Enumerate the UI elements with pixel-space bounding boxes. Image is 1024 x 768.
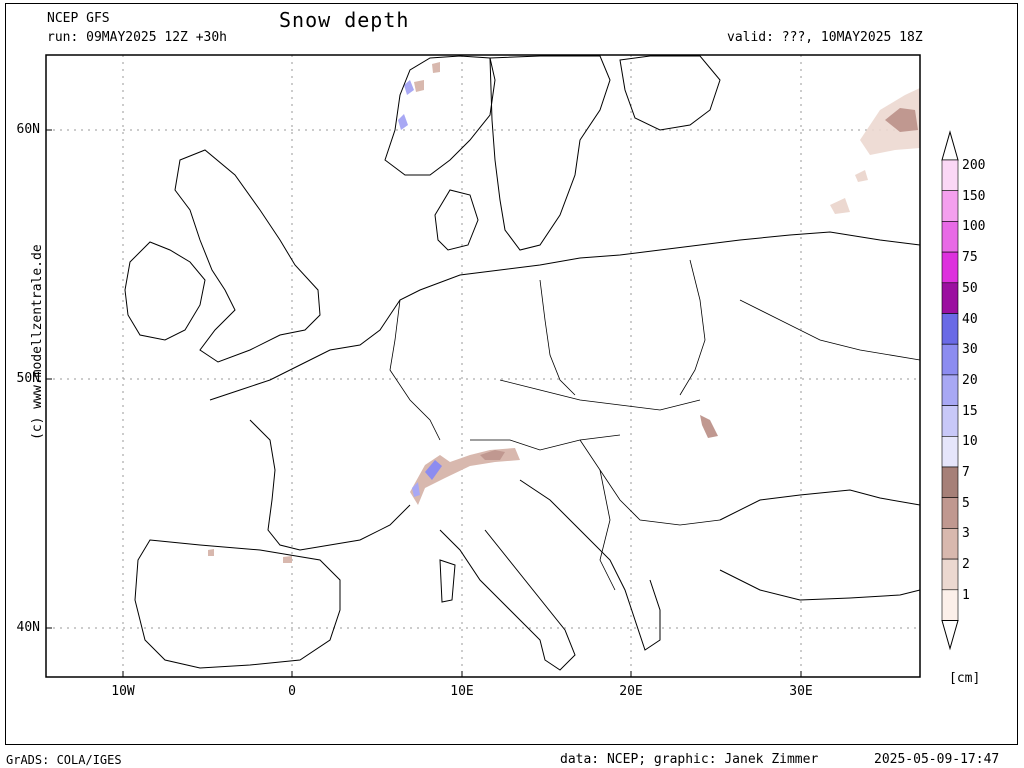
footer-software: GrADS: COLA/IGES (6, 753, 122, 767)
legend-swatch (941, 251, 959, 284)
legend-level-label: 5 (962, 495, 970, 511)
legend-swatch (941, 405, 959, 437)
legend-swatch (941, 374, 959, 406)
legend-level-label: 15 (962, 403, 978, 419)
lat-label-60n: 60N (16, 122, 40, 137)
legend-swatch (941, 221, 959, 253)
legend-swatch (941, 343, 959, 376)
legend-level-label: 40 (962, 311, 978, 327)
lon-label-0: 0 (288, 684, 296, 699)
legend-level-label: 100 (962, 219, 986, 235)
legend-arrow-bottom (941, 620, 959, 651)
legend-colorbar (941, 130, 959, 651)
legend-swatch (941, 589, 959, 621)
legend-level-label: 3 (962, 526, 970, 542)
legend-swatch (941, 558, 959, 591)
legend-level-label: 75 (962, 250, 978, 266)
legend-level-label: 30 (962, 342, 978, 358)
legend-arrow-top (941, 130, 959, 161)
legend-swatch (941, 313, 959, 345)
legend-swatch (941, 190, 959, 222)
legend-level-label: 10 (962, 434, 978, 450)
legend-level-label: 7 (962, 465, 970, 480)
legend-level-label: 50 (962, 280, 978, 296)
legend-level-label: 2 (962, 557, 970, 573)
lon-label-10e: 10E (450, 684, 474, 699)
legend-swatch (941, 528, 959, 560)
legend-swatch (941, 282, 959, 314)
legend-swatch (941, 466, 959, 499)
legend-level-label: 200 (962, 158, 986, 173)
lat-label-40n: 40N (16, 620, 40, 635)
legend-swatch (941, 435, 959, 468)
legend-level-label: 1 (962, 587, 970, 603)
legend-level-label: 150 (962, 188, 986, 204)
lon-label-20e: 20E (619, 684, 643, 699)
map-svg (45, 54, 959, 678)
legend-level-label: 20 (962, 372, 978, 388)
credit-text: (c) www.modellzentrale.de (30, 244, 45, 440)
footer-timestamp: 2025-05-09-17:47 (874, 752, 1000, 767)
lon-label-10w: 10W (111, 684, 135, 699)
legend-unit: [cm] (949, 671, 981, 686)
lon-label-30e: 30E (789, 684, 813, 699)
footer-data-credit: data: NCEP; graphic: Janek Zimmer (560, 752, 819, 767)
legend-swatch (941, 159, 959, 192)
legend-swatch (941, 497, 959, 529)
